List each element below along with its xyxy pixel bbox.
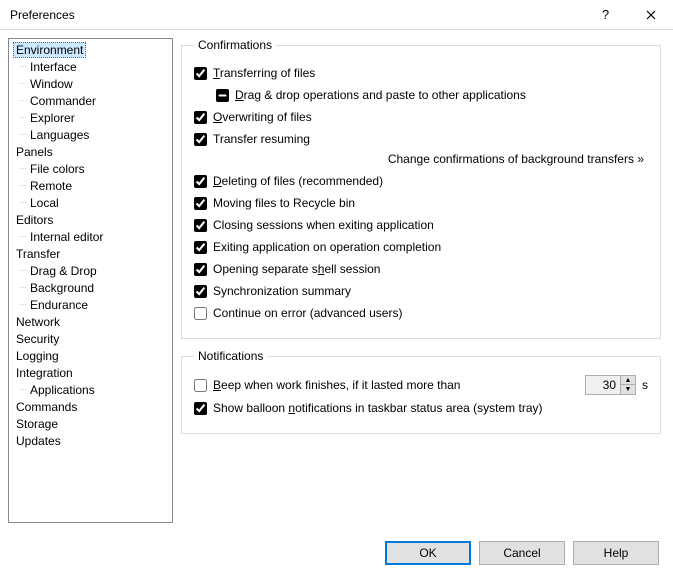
cb-overwriting[interactable] (194, 111, 207, 124)
lbl-resuming: Transfer resuming (213, 132, 310, 146)
tree-item-commands[interactable]: Commands (9, 398, 172, 415)
tree-item-network[interactable]: Network (9, 313, 172, 330)
titlebar: Preferences ? (0, 0, 673, 30)
tree-item-label: Integration (13, 366, 76, 380)
lbl-balloon: Show balloon notifications in taskbar st… (213, 401, 543, 415)
tree-item-drag-drop[interactable]: ⋯Drag & Drop (9, 262, 172, 279)
cb-exiting[interactable] (194, 241, 207, 254)
cb-deleting[interactable] (194, 175, 207, 188)
tree-item-endurance[interactable]: ⋯Endurance (9, 296, 172, 313)
tree-item-updates[interactable]: Updates (9, 432, 172, 449)
tree-item-label: Local (27, 196, 62, 210)
lbl-dragdrop: Drag & drop operations and paste to othe… (235, 88, 526, 102)
spin-down-icon[interactable]: ▼ (620, 385, 635, 394)
lbl-beep: Beep when work finishes, if it lasted mo… (213, 378, 460, 392)
lbl-shell: Opening separate shell session (213, 262, 380, 276)
help-button-footer[interactable]: Help (573, 541, 659, 565)
lbl-closing: Closing sessions when exiting applicatio… (213, 218, 434, 232)
confirmations-group: Confirmations Transferring of files Drag… (181, 38, 661, 339)
tree-item-label: Applications (27, 383, 98, 397)
tree-item-label: Languages (27, 128, 92, 142)
tree-item-label: Updates (13, 434, 64, 448)
lbl-transferring: Transferring of files (213, 66, 315, 80)
tree-item-explorer[interactable]: ⋯Explorer (9, 109, 172, 126)
tree-item-label: Security (13, 332, 62, 346)
lbl-recycle: Moving files to Recycle bin (213, 196, 355, 210)
spin-up-icon[interactable]: ▲ (620, 376, 635, 385)
tree-item-background[interactable]: ⋯Background (9, 279, 172, 296)
tree-item-label: Storage (13, 417, 61, 431)
cb-transferring[interactable] (194, 67, 207, 80)
tree-item-label: Commander (27, 94, 99, 108)
tree-item-languages[interactable]: ⋯Languages (9, 126, 172, 143)
cb-closing[interactable] (194, 219, 207, 232)
tree-item-label: Commands (13, 400, 80, 414)
tree-item-local[interactable]: ⋯Local (9, 194, 172, 211)
tree-item-label: Network (13, 315, 63, 329)
tree-item-window[interactable]: ⋯Window (9, 75, 172, 92)
tree-item-environment[interactable]: Environment (9, 41, 172, 58)
tree-item-integration[interactable]: Integration (9, 364, 172, 381)
tree-item-label: File colors (27, 162, 88, 176)
tree-item-applications[interactable]: ⋯Applications (9, 381, 172, 398)
notifications-legend: Notifications (194, 349, 267, 363)
tree-item-label: Logging (13, 349, 62, 363)
tree-item-label: Background (27, 281, 97, 295)
tree-item-transfer[interactable]: Transfer (9, 245, 172, 262)
tree-item-label: Panels (13, 145, 56, 159)
dialog-footer: OK Cancel Help (0, 531, 673, 575)
tree-item-file-colors[interactable]: ⋯File colors (9, 160, 172, 177)
tree-item-storage[interactable]: Storage (9, 415, 172, 432)
tree-item-label: Drag & Drop (27, 264, 100, 278)
tree-item-logging[interactable]: Logging (9, 347, 172, 364)
cb-continue[interactable] (194, 307, 207, 320)
lbl-exiting: Exiting application on operation complet… (213, 240, 441, 254)
content-pane: Confirmations Transferring of files Drag… (173, 30, 673, 531)
tree-item-commander[interactable]: ⋯Commander (9, 92, 172, 109)
tree-item-label: Internal editor (27, 230, 106, 244)
beep-unit: s (642, 378, 648, 392)
tree-item-label: Interface (27, 60, 80, 74)
tree-item-editors[interactable]: Editors (9, 211, 172, 228)
tree-item-panels[interactable]: Panels (9, 143, 172, 160)
cb-dragdrop[interactable] (216, 89, 229, 102)
tree-item-label: Remote (27, 179, 75, 193)
beep-seconds-spinner[interactable]: ▲▼ (585, 375, 636, 395)
lbl-deleting: Deleting of files (recommended) (213, 174, 383, 188)
tree-item-label: Editors (13, 213, 56, 227)
window-title: Preferences (10, 8, 583, 22)
tree-item-security[interactable]: Security (9, 330, 172, 347)
lbl-overwriting: Overwriting of files (213, 110, 312, 124)
lbl-sync: Synchronization summary (213, 284, 351, 298)
cancel-button[interactable]: Cancel (479, 541, 565, 565)
tree-item-label: Explorer (27, 111, 78, 125)
tree-item-label: Window (27, 77, 76, 91)
tree-item-internal-editor[interactable]: ⋯Internal editor (9, 228, 172, 245)
tree-item-remote[interactable]: ⋯Remote (9, 177, 172, 194)
help-button[interactable]: ? (583, 0, 628, 30)
notifications-group: Notifications Beep when work finishes, i… (181, 349, 661, 434)
lbl-continue: Continue on error (advanced users) (213, 306, 402, 320)
ok-button[interactable]: OK (385, 541, 471, 565)
tree-item-interface[interactable]: ⋯Interface (9, 58, 172, 75)
cb-resuming[interactable] (194, 133, 207, 146)
cb-shell[interactable] (194, 263, 207, 276)
cb-balloon[interactable] (194, 402, 207, 415)
beep-seconds-input[interactable] (586, 378, 620, 392)
tree-item-label: Endurance (27, 298, 91, 312)
nav-tree[interactable]: Environment⋯Interface⋯Window⋯Commander⋯E… (8, 38, 173, 523)
tree-item-label: Environment (13, 42, 86, 58)
confirmations-legend: Confirmations (194, 38, 276, 52)
cb-sync[interactable] (194, 285, 207, 298)
close-button[interactable] (628, 0, 673, 30)
tree-item-label: Transfer (13, 247, 63, 261)
cb-recycle[interactable] (194, 197, 207, 210)
bg-transfers-link[interactable]: Change confirmations of background trans… (194, 152, 648, 166)
cb-beep[interactable] (194, 379, 207, 392)
